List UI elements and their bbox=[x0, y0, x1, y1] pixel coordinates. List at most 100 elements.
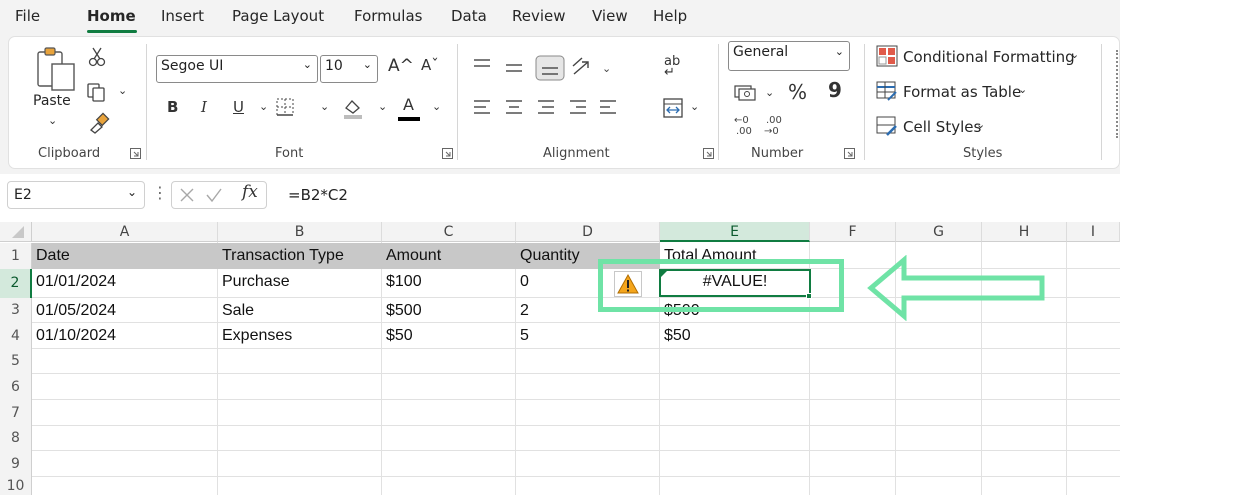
paste-chevron-down-icon[interactable]: ⌄ bbox=[48, 114, 57, 127]
cell-d4[interactable]: 5 bbox=[520, 327, 529, 345]
row-header-10[interactable]: 10 bbox=[0, 477, 32, 495]
cell-b3[interactable]: Sale bbox=[222, 302, 254, 320]
column-header-g[interactable]: G bbox=[896, 222, 982, 242]
format-as-table-chevron-down-icon[interactable]: ⌄ bbox=[1018, 83, 1027, 96]
column-header-a[interactable]: A bbox=[32, 222, 218, 242]
paste-icon[interactable] bbox=[36, 46, 78, 92]
clipboard-launcher-icon[interactable] bbox=[130, 148, 141, 159]
row-header-1[interactable]: 1 bbox=[0, 243, 32, 269]
row-header-4[interactable]: 4 bbox=[0, 323, 32, 349]
tab-formulas[interactable]: Formulas bbox=[354, 7, 422, 25]
format-as-table-button[interactable]: Format as Table bbox=[903, 83, 1021, 101]
decrease-font-size-icon[interactable]: Aˇ bbox=[421, 56, 439, 74]
increase-font-size-icon[interactable]: A^ bbox=[388, 56, 414, 76]
conditional-formatting-chevron-down-icon[interactable]: ⌄ bbox=[1070, 48, 1079, 61]
font-size-dropdown[interactable]: 10 ⌄ bbox=[320, 55, 378, 83]
tab-home[interactable]: Home bbox=[87, 7, 136, 25]
column-header-d[interactable]: D bbox=[516, 222, 660, 242]
font-color-icon[interactable]: A bbox=[403, 95, 414, 114]
cell-b4[interactable]: Expenses bbox=[222, 327, 292, 345]
cell-e4[interactable]: $50 bbox=[664, 327, 691, 345]
tab-data[interactable]: Data bbox=[451, 7, 487, 25]
cell-d3[interactable]: 2 bbox=[520, 302, 529, 320]
number-group-label: Number bbox=[751, 146, 804, 161]
header-cell-a[interactable]: Date bbox=[36, 247, 70, 265]
cell-c4[interactable]: $50 bbox=[386, 327, 413, 345]
decimal-buttons-icons[interactable]: ←0 .00 .00 →0 bbox=[732, 112, 802, 138]
format-as-table-icon[interactable] bbox=[876, 80, 898, 102]
conditional-formatting-button[interactable]: Conditional Formatting bbox=[903, 48, 1075, 66]
column-header-b[interactable]: B bbox=[218, 222, 382, 242]
header-cell-c[interactable]: Amount bbox=[386, 247, 441, 265]
cell-c3[interactable]: $500 bbox=[386, 302, 422, 320]
underline-chevron-down-icon[interactable]: ⌄ bbox=[259, 100, 268, 113]
font-name-dropdown[interactable]: Segoe UI ⌄ bbox=[156, 55, 318, 83]
accounting-chevron-down-icon[interactable]: ⌄ bbox=[765, 86, 774, 99]
copy-chevron-down-icon[interactable]: ⌄ bbox=[118, 84, 127, 97]
formula-bar bbox=[0, 178, 1120, 212]
column-header-i[interactable]: I bbox=[1067, 222, 1120, 242]
bold-button[interactable]: B bbox=[167, 98, 178, 116]
tab-file[interactable]: File bbox=[15, 7, 40, 25]
row-header-9[interactable]: 9 bbox=[0, 451, 32, 477]
cell-styles-chevron-down-icon[interactable]: ⌄ bbox=[976, 118, 985, 131]
format-painter-icon[interactable] bbox=[88, 112, 110, 134]
italic-button[interactable]: I bbox=[201, 98, 207, 116]
header-cell-d[interactable]: Quantity bbox=[520, 247, 580, 265]
alignment-launcher-icon[interactable] bbox=[703, 148, 714, 159]
conditional-formatting-icon[interactable] bbox=[876, 45, 898, 67]
cell-d2[interactable]: 0 bbox=[520, 273, 529, 291]
comma-style-button[interactable]: 9 bbox=[828, 78, 842, 102]
tab-review[interactable]: Review bbox=[512, 7, 566, 25]
header-cell-b[interactable]: Transaction Type bbox=[222, 247, 344, 265]
cancel-icon[interactable] bbox=[178, 186, 196, 204]
tab-page-layout[interactable]: Page Layout bbox=[232, 7, 324, 25]
tab-insert[interactable]: Insert bbox=[161, 7, 204, 25]
cell-b2[interactable]: Purchase bbox=[222, 273, 290, 291]
insert-function-icon[interactable]: fx bbox=[242, 182, 258, 202]
cell-a3[interactable]: 01/05/2024 bbox=[36, 302, 116, 320]
number-format-dropdown[interactable]: General ⌄ bbox=[728, 41, 850, 71]
tab-view[interactable]: View bbox=[592, 7, 628, 25]
fill-color-icon[interactable] bbox=[341, 96, 365, 120]
row-header-3[interactable]: 3 bbox=[0, 298, 32, 323]
font-launcher-icon[interactable] bbox=[442, 148, 453, 159]
more-options-icon[interactable]: ⋮ bbox=[152, 183, 168, 202]
cell-a4[interactable]: 01/10/2024 bbox=[36, 327, 116, 345]
cell-c2[interactable]: $100 bbox=[386, 273, 422, 291]
paste-label[interactable]: Paste bbox=[33, 93, 71, 109]
row-header-2[interactable]: 2 bbox=[0, 269, 32, 298]
number-launcher-icon[interactable] bbox=[844, 148, 855, 159]
copy-icon[interactable] bbox=[86, 82, 106, 102]
select-all-button[interactable] bbox=[0, 222, 32, 242]
column-header-e[interactable]: E bbox=[660, 222, 810, 242]
row-header-6[interactable]: 6 bbox=[0, 374, 32, 400]
cell-styles-button[interactable]: Cell Styles bbox=[903, 118, 981, 136]
row-header-7[interactable]: 7 bbox=[0, 400, 32, 426]
cell-a2[interactable]: 01/01/2024 bbox=[36, 273, 116, 291]
name-box[interactable]: E2 ⌄ bbox=[7, 181, 145, 209]
enter-check-icon[interactable] bbox=[205, 186, 223, 204]
borders-icon[interactable] bbox=[275, 97, 295, 117]
clipboard-group-label: Clipboard bbox=[38, 146, 101, 161]
cut-icon[interactable] bbox=[88, 47, 106, 67]
row-header-5[interactable]: 5 bbox=[0, 349, 32, 374]
formula-input[interactable]: =B2*C2 bbox=[288, 186, 348, 204]
percent-style-button[interactable]: % bbox=[788, 80, 807, 104]
merge-center-icon[interactable] bbox=[662, 97, 684, 119]
merge-chevron-down-icon[interactable]: ⌄ bbox=[690, 100, 699, 113]
borders-chevron-down-icon[interactable]: ⌄ bbox=[320, 100, 329, 113]
fill-color-chevron-down-icon[interactable]: ⌄ bbox=[378, 100, 387, 113]
accounting-format-icon[interactable] bbox=[733, 82, 757, 102]
grid-line bbox=[32, 322, 1120, 323]
font-color-chevron-down-icon[interactable]: ⌄ bbox=[432, 100, 441, 113]
underline-button[interactable]: U bbox=[233, 98, 244, 116]
tab-help[interactable]: Help bbox=[653, 7, 687, 25]
styles-group-label: Styles bbox=[963, 146, 1003, 161]
cell-styles-icon[interactable] bbox=[876, 115, 898, 137]
column-header-f[interactable]: F bbox=[810, 222, 896, 242]
column-header-h[interactable]: H bbox=[982, 222, 1067, 242]
row-header-8[interactable]: 8 bbox=[0, 426, 32, 451]
wrap-text-icon[interactable]: ab ↵ bbox=[664, 55, 680, 79]
column-header-c[interactable]: C bbox=[382, 222, 516, 242]
